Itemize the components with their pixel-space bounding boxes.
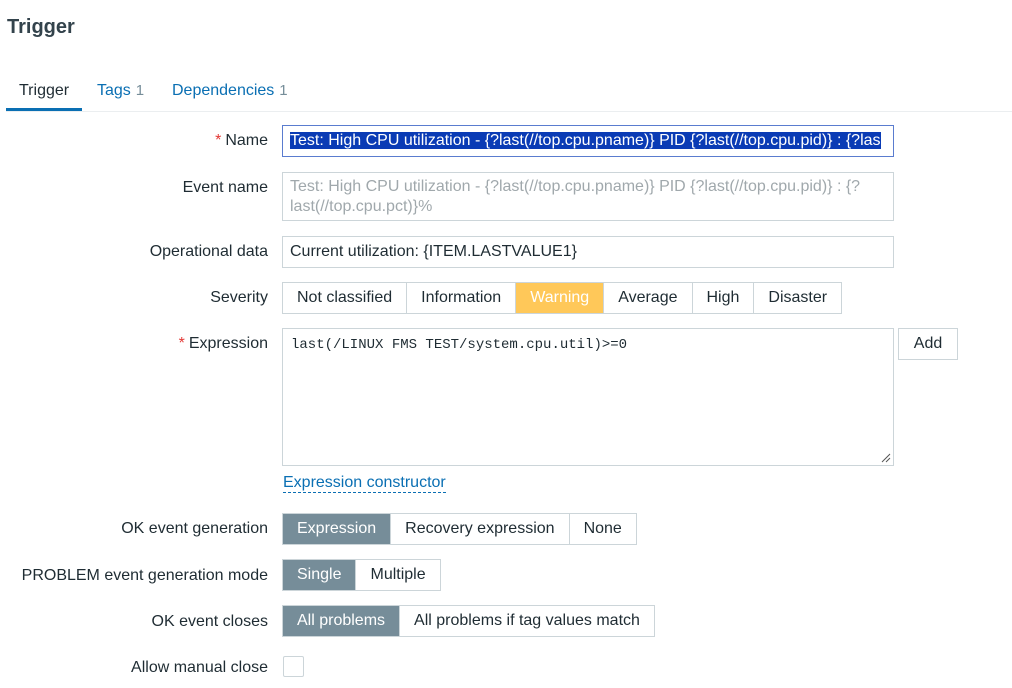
tab-dependencies-count: 1 <box>279 82 288 99</box>
ok-event-closes-label: OK event closes <box>151 613 269 630</box>
ok-event-closes-tag-match[interactable]: All problems if tag values match <box>400 606 654 636</box>
expression-value: last(/LINUX FMS TEST/system.cpu.util)>=0 <box>291 337 628 353</box>
severity-information[interactable]: Information <box>407 283 517 313</box>
tab-trigger-label: Trigger <box>19 82 70 99</box>
event-name-label: Event name <box>182 179 268 196</box>
resize-handle-icon[interactable] <box>881 453 891 463</box>
event-name-input[interactable]: Test: High CPU utilization - {?last(//to… <box>282 172 894 221</box>
severity-average[interactable]: Average <box>604 283 693 313</box>
tab-tags[interactable]: Tags 1 <box>97 80 144 111</box>
tab-bar: Trigger Tags 1 Dependencies 1 <box>6 80 1012 112</box>
tab-dependencies-label: Dependencies <box>172 82 275 99</box>
operational-data-label: Operational data <box>149 243 268 260</box>
ok-event-generation-label: OK event generation <box>121 520 268 537</box>
expression-textarea[interactable]: last(/LINUX FMS TEST/system.cpu.util)>=0 <box>282 328 894 466</box>
required-marker: * <box>178 335 185 352</box>
severity-not-classified[interactable]: Not classified <box>283 283 408 313</box>
required-marker: * <box>215 132 222 149</box>
problem-mode-selector: Single Multiple <box>282 559 441 591</box>
add-expression-button[interactable]: Add <box>898 328 958 360</box>
expression-label-text: Expression <box>188 335 268 352</box>
ok-event-closes-selector: All problems All problems if tag values … <box>282 605 655 637</box>
tab-dependencies[interactable]: Dependencies 1 <box>172 80 288 111</box>
name-label: * Name <box>215 132 268 150</box>
tab-tags-count: 1 <box>135 82 145 99</box>
ok-event-closes-all-problems[interactable]: All problems <box>283 606 401 636</box>
problem-mode-multiple[interactable]: Multiple <box>356 560 440 590</box>
ok-event-generation-recovery-expression[interactable]: Recovery expression <box>391 514 570 544</box>
problem-mode-label: PROBLEM event generation mode <box>21 567 268 584</box>
severity-high[interactable]: High <box>692 283 755 313</box>
severity-warning[interactable]: Warning <box>516 283 605 313</box>
page-title: Trigger <box>7 16 75 38</box>
severity-disaster[interactable]: Disaster <box>754 283 842 313</box>
ok-event-generation-expression[interactable]: Expression <box>283 514 392 544</box>
allow-manual-close-checkbox[interactable] <box>283 656 304 677</box>
allow-manual-close-label: Allow manual close <box>131 659 268 676</box>
operational-data-input[interactable]: Current utilization: {ITEM.LASTVALUE1} <box>282 236 894 268</box>
severity-selector: Not classified Information Warning Avera… <box>282 282 843 314</box>
tab-trigger[interactable]: Trigger <box>6 80 83 111</box>
expression-constructor-link[interactable]: Expression constructor <box>283 474 446 493</box>
ok-event-generation-selector: Expression Recovery expression None <box>282 513 637 545</box>
name-input-value: Test: High CPU utilization - {?last(//to… <box>290 132 881 149</box>
problem-mode-single[interactable]: Single <box>283 560 357 590</box>
ok-event-generation-none[interactable]: None <box>569 514 636 544</box>
severity-label: Severity <box>210 289 268 306</box>
expression-label: * Expression <box>179 335 268 353</box>
tab-tags-label: Tags <box>97 82 131 99</box>
name-label-text: Name <box>225 132 268 149</box>
name-input[interactable]: Test: High CPU utilization - {?last(//to… <box>282 125 894 157</box>
